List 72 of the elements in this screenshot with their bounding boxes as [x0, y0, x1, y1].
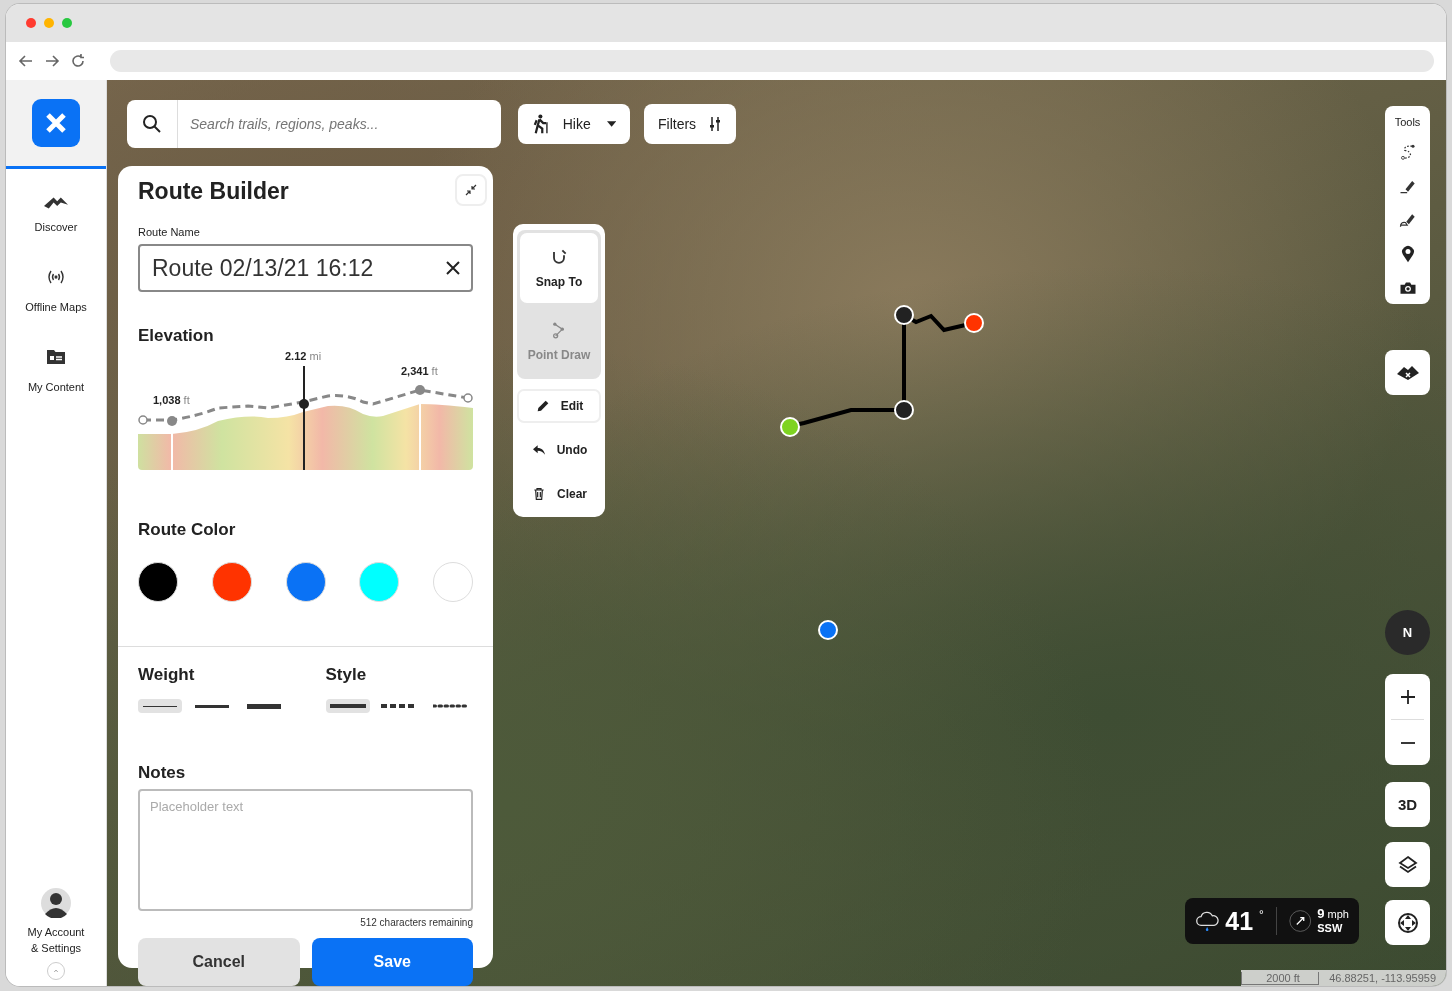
back-icon[interactable]	[18, 53, 34, 69]
line-style-icon	[329, 703, 366, 709]
cancel-button[interactable]: Cancel	[138, 938, 300, 986]
color-swatch[interactable]	[211, 562, 252, 602]
collapse-button[interactable]	[455, 174, 487, 206]
layers-icon	[1397, 854, 1418, 875]
save-button[interactable]: Save	[311, 938, 473, 986]
activity-dropdown[interactable]: Hike	[518, 104, 630, 144]
close-icon	[445, 260, 461, 276]
wind-direction-icon	[1288, 908, 1312, 934]
search-icon	[142, 114, 162, 134]
mountains-icon	[44, 197, 68, 209]
minus-icon	[1399, 741, 1416, 744]
field-label: Route Name	[138, 226, 201, 238]
map-clear-button[interactable]	[1385, 350, 1430, 395]
color-swatch[interactable]	[138, 562, 178, 602]
color-swatch[interactable]	[359, 562, 400, 602]
trash-icon	[531, 486, 547, 502]
color-swatch[interactable]	[285, 562, 326, 602]
locate-button[interactable]	[1385, 900, 1430, 945]
line-weight-icon	[194, 704, 229, 708]
style-option[interactable]	[325, 699, 370, 713]
plus-icon	[1399, 688, 1416, 705]
degree-sign: °	[1259, 908, 1264, 922]
location-dot-icon	[818, 620, 838, 640]
draw-action-button[interactable]: Edit	[517, 389, 601, 423]
route-name-field[interactable]: Route 02/13/21 16:12	[138, 244, 473, 292]
notes-field[interactable]: Placeholder text	[138, 789, 473, 911]
coordinates: 46.88251, -113.95959	[1328, 972, 1437, 984]
sliders-icon	[708, 117, 723, 131]
scale-bar: 2000 ft	[1241, 971, 1320, 985]
layers-button[interactable]	[1385, 842, 1430, 887]
account-link[interactable]: My Account & Settings	[23, 924, 89, 956]
min-elevation-label: 1,038 ft	[153, 394, 190, 406]
line-weight-icon	[246, 703, 281, 709]
avatar-icon[interactable]	[41, 888, 71, 918]
line-style-icon	[433, 703, 469, 709]
hiker-icon	[532, 113, 551, 135]
app-logo-button[interactable]	[32, 99, 80, 147]
temperature: 41	[1225, 906, 1254, 936]
sidebar-item[interactable]: My Content	[23, 341, 89, 397]
line-weight-icon	[143, 705, 177, 707]
compass-button[interactable]: N	[1385, 610, 1430, 655]
search-bar[interactable]: Search trails, regions, peaks...	[127, 100, 501, 148]
filters-button[interactable]: Filters	[644, 104, 737, 144]
section-title: Notes	[138, 763, 187, 783]
3d-button[interactable]: 3D	[1385, 782, 1430, 827]
weight-option[interactable]	[138, 699, 182, 713]
distance-label: 2.12 mi	[285, 350, 322, 362]
search-field[interactable]: Search trails, regions, peaks...	[178, 115, 501, 133]
draw-mode-button[interactable]: Snap To	[520, 233, 598, 303]
reload-icon[interactable]	[70, 53, 86, 69]
sidebar-item[interactable]: Discover	[30, 193, 82, 237]
section-title: Elevation	[138, 326, 215, 346]
panel-title: Route Builder	[138, 178, 289, 205]
forward-icon[interactable]	[44, 53, 60, 69]
character-counter: 512 characters remaining	[359, 917, 473, 928]
caret-icon	[606, 121, 616, 127]
crosshair-icon	[1396, 911, 1419, 934]
max-elevation-label: 2,341 ft	[401, 365, 438, 377]
map-x-icon	[1395, 363, 1420, 382]
clear-button[interactable]	[445, 260, 461, 276]
tools-title: Tools	[1394, 116, 1421, 128]
sidebar-item[interactable]: Offline Maps	[21, 261, 91, 317]
color-swatch[interactable]	[433, 562, 473, 602]
section-title: Route Color	[138, 520, 237, 540]
close-window-icon[interactable]	[26, 18, 36, 28]
close-icon	[44, 111, 68, 135]
section-title: Weight	[138, 665, 196, 685]
wind-reading: 9 mph SSW	[1317, 907, 1349, 935]
collapse-icon	[465, 184, 477, 196]
section-title: Style	[325, 665, 368, 685]
